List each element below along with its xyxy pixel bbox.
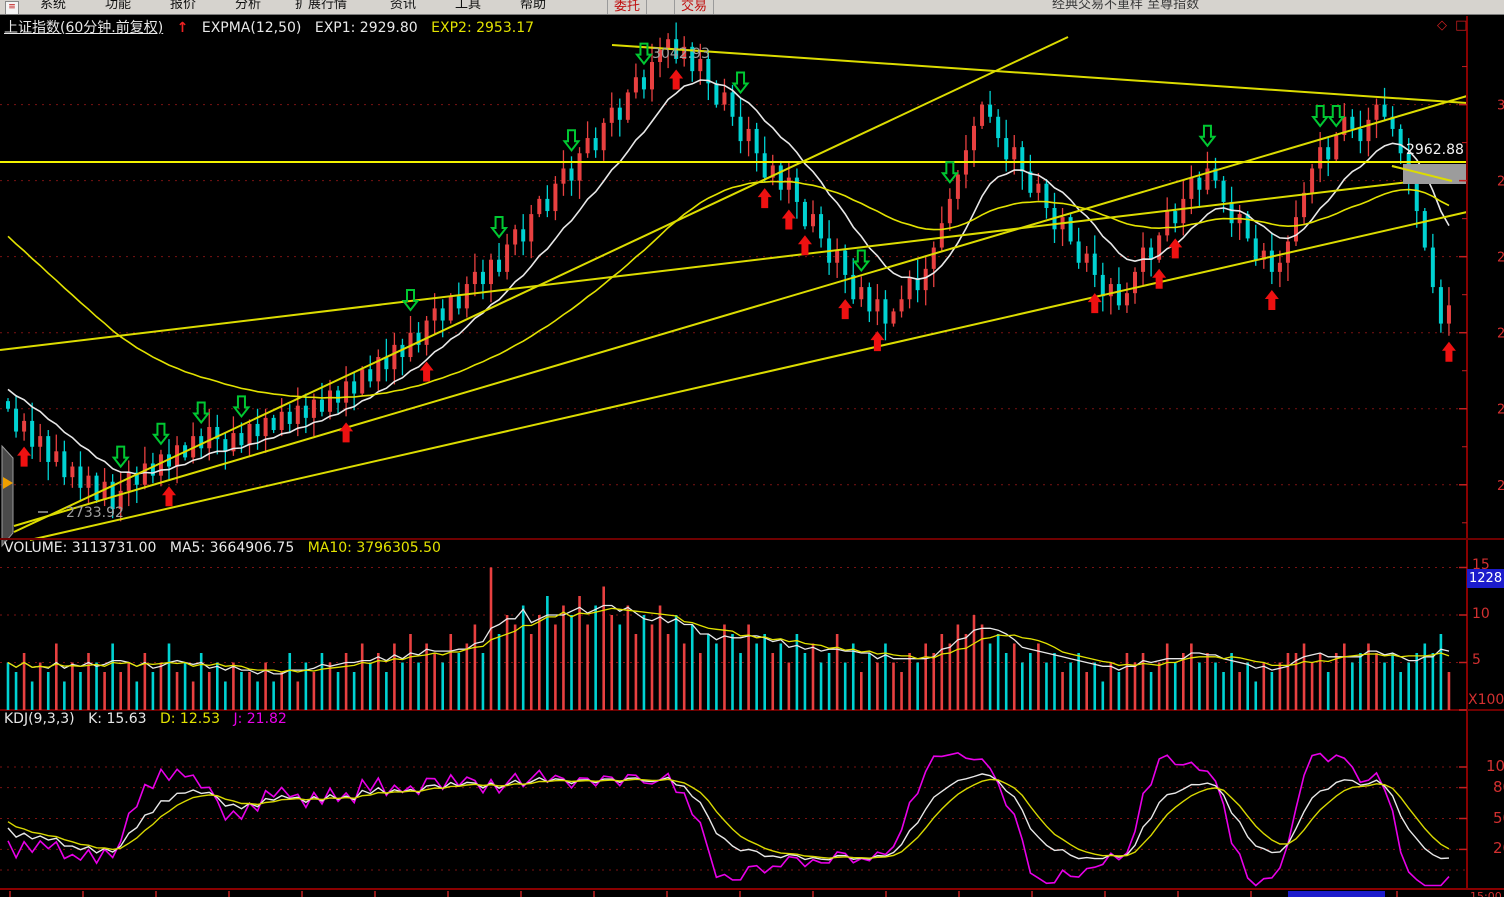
menu-bar: ≡ 系统 功能 报价 分析 扩展行情 资讯 工具 帮助 委托 交易 经典交易不重样 至尊指数 xyxy=(0,0,1504,15)
kdj-axis xyxy=(1459,767,1467,849)
menu-right-text: 经典交易不重样 至尊指数 xyxy=(1052,0,1199,12)
candles-layer xyxy=(6,22,1451,521)
kdj-gridlines xyxy=(0,767,1467,870)
exp2-value-label: EXP2: 2953.17 xyxy=(431,20,534,36)
kdj-lines xyxy=(8,753,1449,886)
main-chart-header: 上证指数(60分钟.前复权) ↑ EXPMA(12,50) EXP1: 2929… xyxy=(4,17,543,37)
exp1-value-label: EXP1: 2929.80 xyxy=(315,20,418,36)
low-price-label: 2733.92 xyxy=(66,505,124,521)
volume-axis xyxy=(1459,568,1467,711)
kdj-header: KDJ(9,3,3) K: 15.63 D: 12.53 J: 21.82 xyxy=(4,711,296,727)
time-axis[interactable] xyxy=(10,891,1397,897)
volume-bars xyxy=(8,568,1449,711)
svg-text:3000: 3000 xyxy=(1497,99,1504,114)
kdj-name-label[interactable]: KDJ(9,3,3) xyxy=(4,711,75,727)
menu-item-0[interactable]: 系统 xyxy=(40,0,66,12)
volume-unit-label: X10000 xyxy=(1468,692,1504,708)
svg-text:2750: 2750 xyxy=(1497,479,1504,494)
menu-item-2[interactable]: 报价 xyxy=(170,0,196,12)
volume-ma10-label: MA10: 3796305.50 xyxy=(308,540,441,556)
menu-item-1[interactable]: 功能 xyxy=(105,0,131,12)
svg-text:2950: 2950 xyxy=(1497,175,1504,190)
svg-text:2900: 2900 xyxy=(1497,251,1504,266)
svg-text:2800: 2800 xyxy=(1497,403,1504,418)
volume-value-label: VOLUME: 3113731.00 xyxy=(4,540,156,556)
expma-layer xyxy=(8,80,1449,474)
kdj-k-label: K: 15.63 xyxy=(88,711,146,727)
up-arrow-icon: ↑ xyxy=(177,20,189,36)
peak-price-label: 3042.93 xyxy=(652,46,710,62)
menu-item-5[interactable]: 资讯 xyxy=(390,0,416,12)
menu-item-6[interactable]: 工具 xyxy=(455,0,481,12)
menu-item-4[interactable]: 扩展行情 xyxy=(295,0,347,12)
app-icon[interactable]: ≡ xyxy=(5,1,19,15)
volume-header: VOLUME: 3113731.00 MA5: 3664906.75 MA10:… xyxy=(4,540,450,556)
time-axis-clock: 15:00 xyxy=(1470,890,1502,897)
kdj-axis-50: 50 xyxy=(1493,809,1504,827)
app-window: { "menu": { "items": [ {"label":"系统","x"… xyxy=(0,0,1504,897)
volume-axis-5: 5 xyxy=(1472,652,1481,668)
indicator-name-label[interactable]: EXPMA(12,50) xyxy=(202,20,302,36)
selection-box xyxy=(1392,162,1467,184)
panel-corner-icons[interactable]: ◇ □ xyxy=(1437,18,1469,33)
kdj-d-label: D: 12.53 xyxy=(160,711,220,727)
menu-item-8[interactable]: 委托 xyxy=(607,0,647,15)
volume-ma5-label: MA5: 3664906.75 xyxy=(170,540,294,556)
menu-item-9[interactable]: 交易 xyxy=(674,0,714,15)
kdj-axis-80: 80 xyxy=(1493,778,1504,796)
symbol-period-label[interactable]: 上证指数(60分钟.前复权) xyxy=(4,20,163,36)
chart-canvas[interactable]: 3000 2950 2900 2850 2800 2750 xyxy=(0,0,1504,897)
volume-axis-10: 10 xyxy=(1472,606,1490,622)
kdj-j-label: J: 21.82 xyxy=(233,711,286,727)
hline-price-label: 2962.88 xyxy=(1406,142,1464,158)
svg-text:2850: 2850 xyxy=(1497,327,1504,342)
volume-current-badge: 1228 xyxy=(1467,569,1504,588)
menu-item-3[interactable]: 分析 xyxy=(235,0,261,12)
kdj-axis-100: 100 xyxy=(1486,757,1504,775)
kdj-axis-20: 20 xyxy=(1493,839,1504,857)
menu-item-7[interactable]: 帮助 xyxy=(520,0,546,12)
